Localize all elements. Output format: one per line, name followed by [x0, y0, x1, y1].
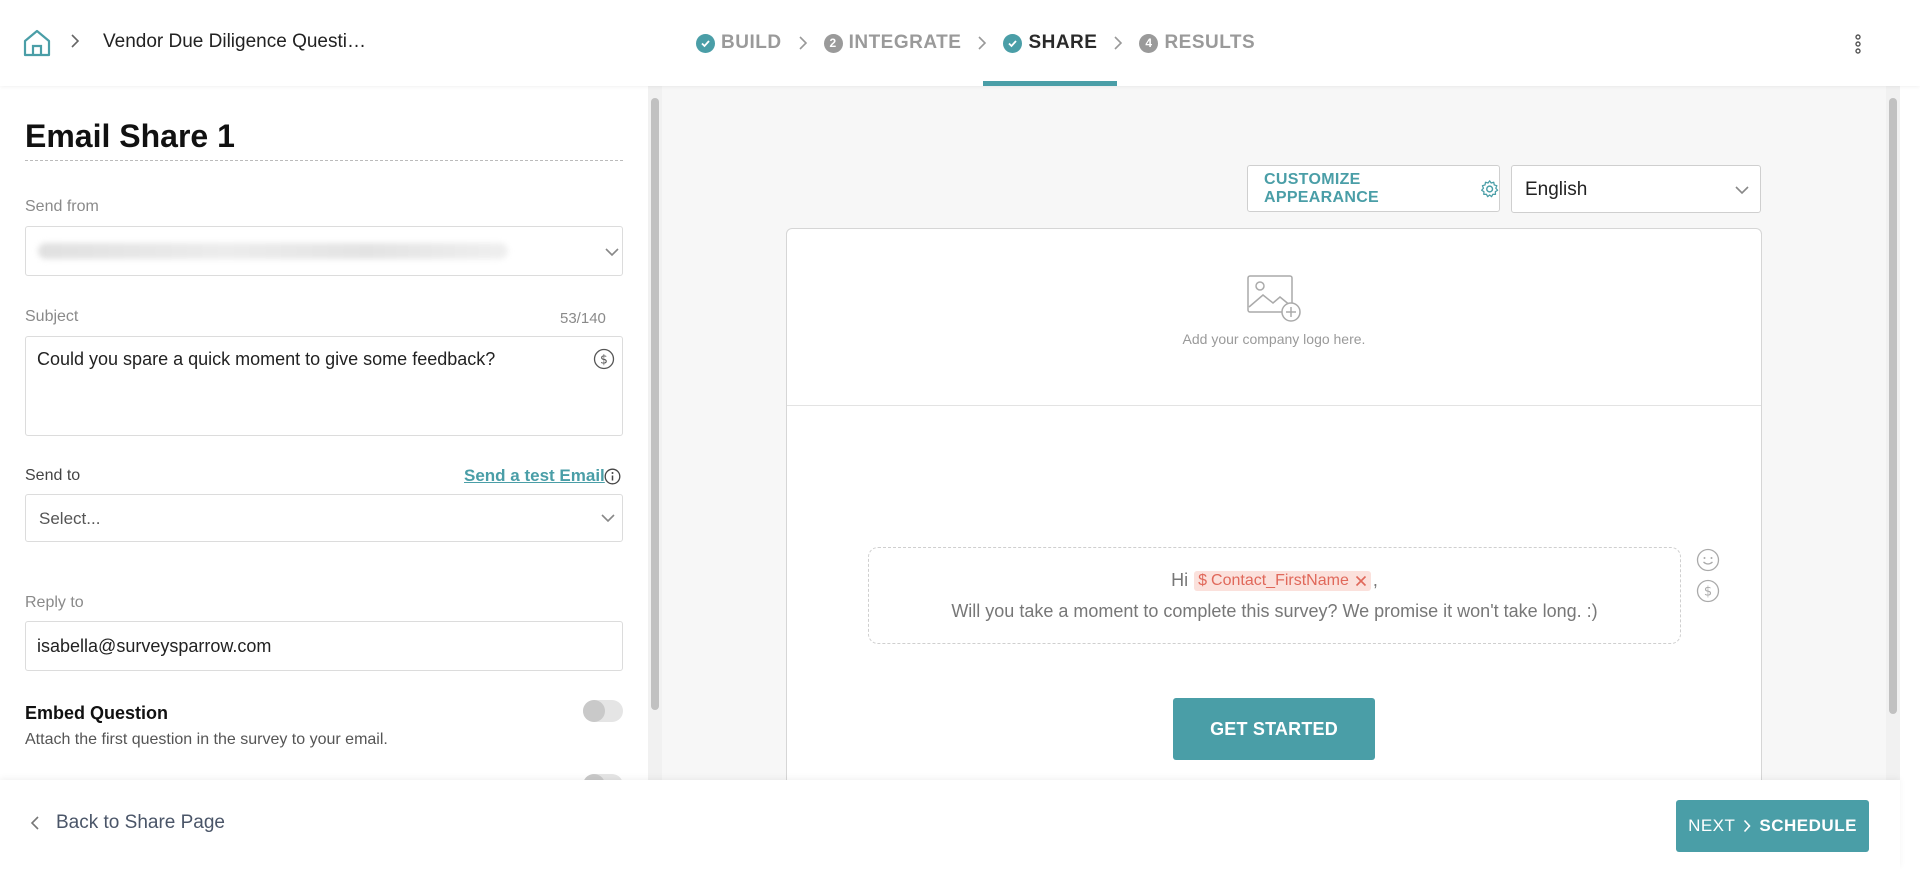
subject-label: Subject	[25, 308, 79, 325]
send-to-label: Send to	[25, 467, 81, 484]
chevron-left-icon	[30, 816, 39, 830]
emoji-icon[interactable]	[1696, 548, 1720, 572]
check-icon	[1003, 33, 1023, 53]
logo-hint: Add your company logo here.	[1182, 331, 1366, 347]
embed-question-toggle[interactable]	[583, 700, 623, 722]
greeting-line: Hi $ Contact_FirstName ,	[869, 570, 1680, 591]
email-message-box[interactable]: Hi $ Contact_FirstName , Will you take a…	[868, 547, 1681, 644]
top-bar: Vendor Due Diligence Questi… BUILD 2 INT…	[0, 0, 1920, 86]
back-to-share-link[interactable]: Back to Share Page	[30, 812, 225, 834]
close-icon[interactable]	[1355, 575, 1367, 587]
home-icon[interactable]	[22, 28, 52, 58]
redacted-sender	[38, 243, 508, 259]
token-label: Contact_FirstName	[1211, 571, 1349, 589]
info-icon[interactable]	[604, 468, 621, 485]
check-icon	[696, 33, 715, 53]
language-value: English	[1525, 179, 1588, 200]
reply-to-value: isabella@surveysparrow.com	[37, 636, 272, 656]
contact-firstname-token[interactable]: $ Contact_FirstName	[1194, 570, 1371, 591]
chevron-right-icon	[1114, 36, 1123, 50]
send-test-email-link[interactable]: Send a test Email	[464, 466, 605, 486]
svg-text:$: $	[1704, 585, 1712, 600]
bottom-bar: Back to Share Page NEXT SCHEDULE	[0, 780, 1900, 869]
embed-question-title: Embed Question	[25, 703, 169, 723]
greeting-suffix: ,	[1372, 570, 1378, 590]
step-integrate[interactable]: 2 INTEGRATE	[818, 0, 968, 86]
title-divider	[25, 160, 623, 161]
send-to-select[interactable]: Select...	[25, 494, 623, 542]
subject-input[interactable]: Could you spare a quick moment to give s…	[25, 336, 623, 436]
subject-value: Could you spare a quick moment to give s…	[37, 349, 496, 369]
next-prefix: NEXT	[1688, 816, 1736, 835]
step-label: INTEGRATE	[848, 32, 962, 53]
embed-question-description: Attach the first question in the survey …	[25, 731, 388, 748]
survey-name[interactable]: Vendor Due Diligence Questi…	[103, 31, 366, 53]
step-share[interactable]: SHARE	[983, 0, 1118, 86]
subject-counter: 53/140	[560, 310, 606, 327]
greeting-text: Hi	[1171, 570, 1189, 590]
step-results[interactable]: 4 RESULTS	[1133, 0, 1261, 86]
send-from-select[interactable]	[25, 226, 623, 276]
language-select[interactable]: English	[1511, 165, 1761, 213]
svg-text:$: $	[600, 353, 608, 367]
email-settings-panel: Email Share 1 Send from Subject 53/140 C…	[0, 86, 648, 780]
step-label: BUILD	[721, 32, 782, 53]
share-title[interactable]: Email Share 1	[25, 118, 235, 155]
customize-appearance-label: CUSTOMIZE APPEARANCE	[1264, 170, 1380, 206]
send-to-placeholder: Select...	[39, 509, 101, 528]
gear-icon	[1480, 179, 1498, 197]
email-preview-panel: CUSTOMIZE APPEARANCE English Add your co…	[662, 86, 1882, 780]
send-from-label: Send from	[25, 198, 99, 215]
more-options-icon[interactable]	[1850, 32, 1866, 56]
step-number: 2	[823, 33, 843, 53]
step-navigation: BUILD 2 INTEGRATE SHARE 4 RESULTS	[690, 0, 1261, 86]
right-panel-scrollbar[interactable]	[1886, 86, 1900, 780]
chevron-down-icon	[1735, 186, 1749, 195]
next-label: SCHEDULE	[1759, 816, 1857, 835]
chevron-right-icon	[798, 36, 807, 50]
logo-upload-area[interactable]: Add your company logo here.	[787, 229, 1761, 406]
step-label: RESULTS	[1164, 32, 1256, 53]
add-image-icon[interactable]	[1247, 275, 1303, 323]
step-label: SHARE	[1028, 32, 1098, 53]
customize-appearance-button[interactable]: CUSTOMIZE APPEARANCE	[1247, 165, 1500, 212]
chevron-down-icon	[601, 514, 615, 523]
email-preview-card: Add your company logo here. Hi $ Contact…	[786, 228, 1762, 780]
step-number: 4	[1139, 33, 1159, 53]
window-edge	[1900, 0, 1920, 869]
chevron-down-icon	[605, 248, 619, 257]
get-started-button[interactable]: GET STARTED	[1173, 698, 1375, 760]
step-build[interactable]: BUILD	[690, 0, 788, 86]
dollar-variable-icon[interactable]: $	[1696, 579, 1720, 603]
dollar-variable-icon[interactable]: $	[593, 348, 615, 370]
message-text: Will you take a moment to complete this …	[951, 601, 1598, 621]
chevron-right-icon	[1744, 819, 1751, 833]
back-label: Back to Share Page	[56, 812, 225, 833]
reply-to-input[interactable]: isabella@surveysparrow.com	[25, 621, 623, 671]
reply-to-label: Reply to	[25, 594, 84, 611]
scrollbar-thumb[interactable]	[651, 98, 659, 710]
token-symbol: $	[1198, 571, 1208, 589]
chevron-right-icon	[978, 36, 987, 50]
left-panel-scrollbar[interactable]	[648, 86, 662, 780]
next-schedule-button[interactable]: NEXT SCHEDULE	[1676, 800, 1869, 852]
chevron-right-icon	[71, 34, 80, 48]
scrollbar-thumb[interactable]	[1889, 98, 1897, 714]
